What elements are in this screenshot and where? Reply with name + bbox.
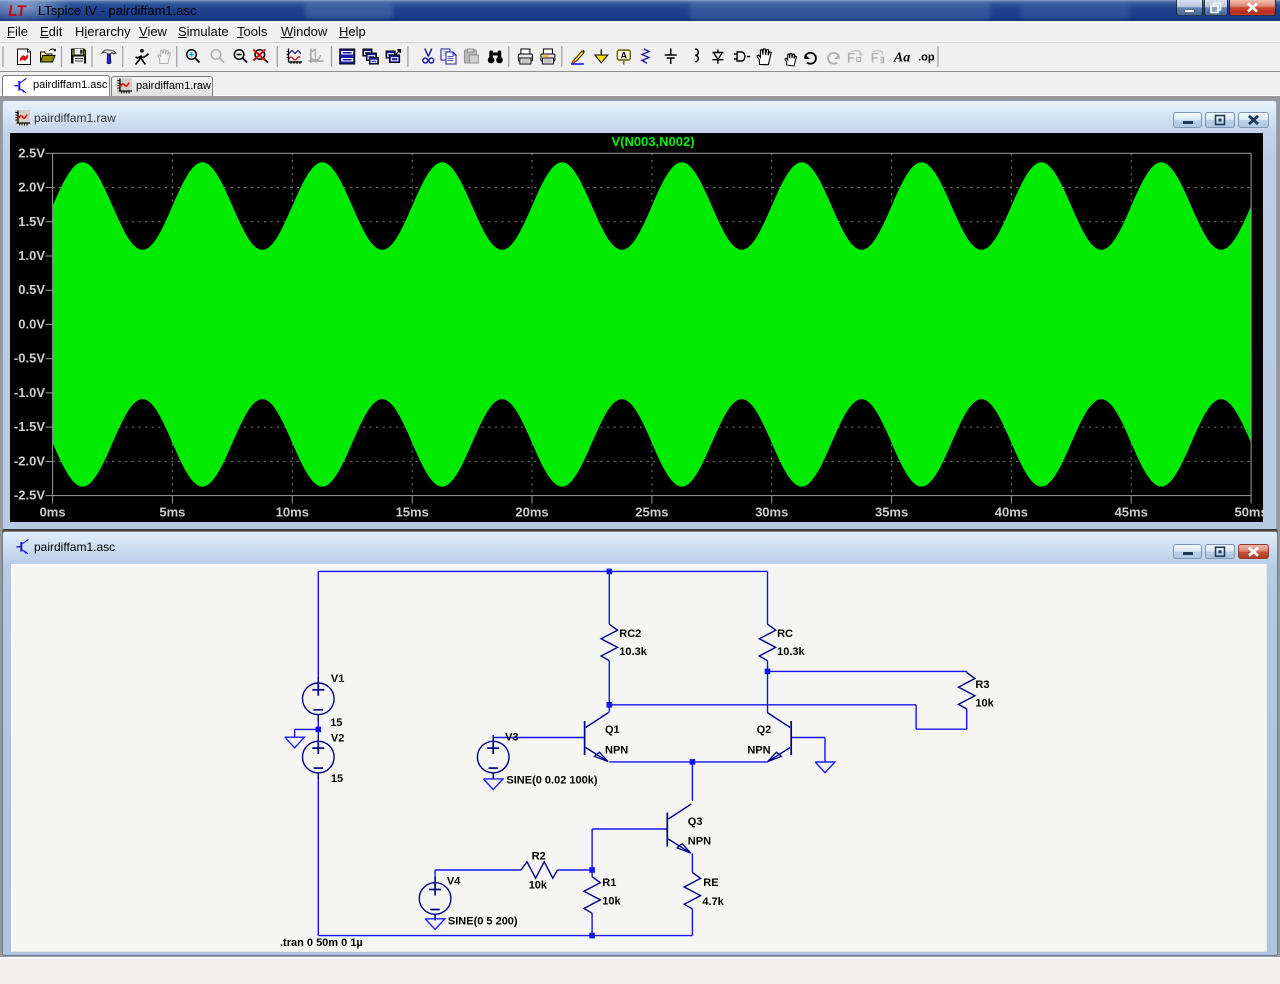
svg-text:V(N003,N002): V(N003,N002) [611,134,694,149]
svg-text:RC2: RC2 [619,628,641,640]
svg-text:NPN: NPN [747,744,770,756]
svg-text:25ms: 25ms [635,505,668,520]
svg-text:35ms: 35ms [875,505,908,520]
svg-text:10k: 10k [975,697,994,709]
svg-text:10.3k: 10.3k [777,646,805,658]
svg-text:40ms: 40ms [995,505,1028,520]
svg-text:.tran 0 50m 0 1µ: .tran 0 50m 0 1µ [280,937,363,949]
svg-text:10k: 10k [529,879,548,891]
svg-text:V1: V1 [331,673,344,685]
svg-text:10.3k: 10.3k [619,646,647,658]
svg-text:-0.5V: -0.5V [14,351,45,366]
svg-text:45ms: 45ms [1115,505,1148,520]
svg-text:V4: V4 [447,875,461,887]
svg-text:15: 15 [331,773,343,785]
svg-text:Q1: Q1 [605,724,620,736]
svg-text:15: 15 [330,717,342,729]
svg-text:V2: V2 [331,732,344,744]
svg-text:SINE(0 5 200): SINE(0 5 200) [448,915,518,927]
svg-text:20ms: 20ms [515,505,548,520]
svg-text:Q3: Q3 [688,816,703,828]
svg-text:R3: R3 [975,679,989,691]
svg-text:NPN: NPN [688,835,711,847]
svg-text:LT: LT [7,3,28,20]
svg-text:Aa: Aa [893,51,910,66]
svg-text:2.0V: 2.0V [18,180,45,195]
svg-text:-2.0V: -2.0V [14,453,45,468]
svg-text:-1.0V: -1.0V [14,385,45,400]
svg-text:1.0V: 1.0V [18,248,45,263]
svg-text:-1.5V: -1.5V [14,419,45,434]
svg-text:0.0V: 0.0V [18,316,45,331]
svg-text:V3: V3 [505,731,518,743]
svg-text:10k: 10k [602,895,621,907]
svg-text:50ms: 50ms [1234,505,1263,520]
svg-text:NPN: NPN [605,744,628,756]
svg-text:10ms: 10ms [276,505,309,520]
svg-text:A: A [621,50,628,60]
svg-text:SINE(0 0.02 100k): SINE(0 0.02 100k) [506,774,597,786]
svg-text:1.5V: 1.5V [18,214,45,229]
svg-text:R1: R1 [602,877,616,889]
svg-text:.op: .op [918,52,935,64]
svg-text:R2: R2 [532,850,546,862]
svg-text:2.5V: 2.5V [18,145,45,160]
svg-text:RC: RC [777,628,793,640]
svg-text:RE: RE [703,877,718,889]
svg-text:4.7k: 4.7k [702,896,724,908]
svg-text:Q2: Q2 [757,724,772,736]
svg-text:-2.5V: -2.5V [14,488,45,503]
svg-text:15ms: 15ms [396,505,429,520]
svg-text:30ms: 30ms [755,505,788,520]
svg-text:5ms: 5ms [159,505,185,520]
svg-text:0ms: 0ms [40,505,66,520]
svg-text:0.5V: 0.5V [18,282,45,297]
